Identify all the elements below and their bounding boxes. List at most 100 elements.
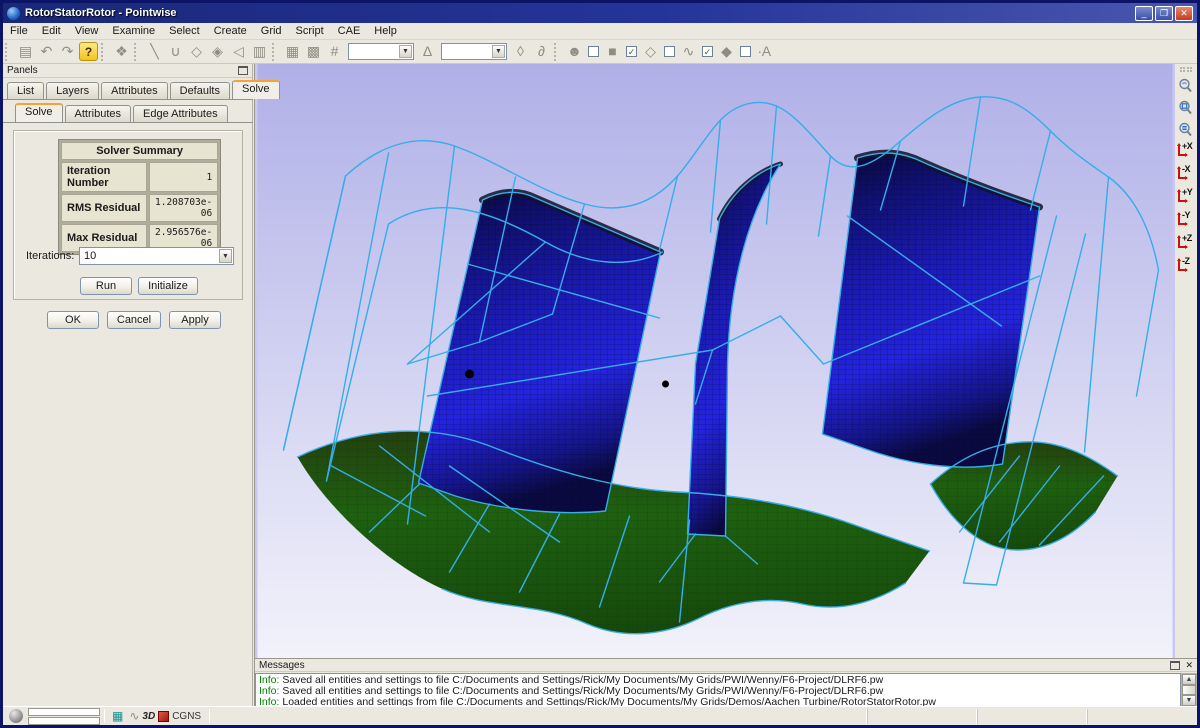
minimize-button[interactable]: _ xyxy=(1135,6,1153,21)
view-minus-y-button[interactable]: -Y xyxy=(1175,209,1195,232)
row-value: 1.208703e-06 xyxy=(149,194,218,222)
help-icon[interactable]: ? xyxy=(79,42,98,61)
cae-solver-label: CGNS xyxy=(172,711,201,722)
create-entity-icon[interactable]: ❖ xyxy=(112,42,131,61)
link-icon: ∿ xyxy=(129,710,139,722)
curve-icon[interactable]: ∪ xyxy=(166,42,185,61)
smooth-icon[interactable]: ◊ xyxy=(511,42,530,61)
main-toolbar: ▤ ↶ ↷ ? ❖ ╲ ∪ ◇ ◈ ◁ ▥ ▦ ▩ # ▼ Δ ▼ ◊ ∂ ☻ … xyxy=(3,40,1197,64)
restore-button[interactable]: ❐ xyxy=(1155,6,1173,21)
rotor-stator-rotor-scene xyxy=(255,64,1175,658)
initialize-button[interactable]: Initialize xyxy=(138,277,198,295)
mask-icon[interactable]: ☻ xyxy=(565,42,584,61)
undo-icon[interactable]: ↶ xyxy=(37,42,56,61)
cone-icon[interactable]: ◁ xyxy=(229,42,248,61)
block-checkbox[interactable]: ✓ xyxy=(626,46,637,57)
tab-defaults[interactable]: Defaults xyxy=(170,82,230,99)
scroll-down-icon[interactable]: ▼ xyxy=(1182,695,1196,706)
panel-float-icon[interactable] xyxy=(1170,661,1180,670)
redo-icon[interactable]: ↷ xyxy=(58,42,77,61)
solver-summary-table: Solver Summary Iteration Number 1 RMS Re… xyxy=(58,139,221,255)
grid-point-marker[interactable] xyxy=(662,381,669,388)
panel-close-icon[interactable]: ✕ xyxy=(1185,660,1193,671)
mask-checkbox[interactable] xyxy=(588,46,599,57)
menu-edit[interactable]: Edit xyxy=(35,24,68,38)
connector-checkbox[interactable]: ✓ xyxy=(702,46,713,57)
spinner-arrow-icon[interactable]: ▼ xyxy=(219,249,232,263)
shaded-block-icon[interactable]: ■ xyxy=(603,42,622,61)
toolbar-handle xyxy=(1180,67,1192,72)
dock-float-icon[interactable] xyxy=(238,66,248,75)
chevron-down-icon[interactable]: ▼ xyxy=(399,45,412,58)
spacing-icon[interactable]: Δ xyxy=(418,42,437,61)
close-button[interactable]: ✕ xyxy=(1175,6,1193,21)
menu-script[interactable]: Script xyxy=(289,24,331,38)
menu-view[interactable]: View xyxy=(68,24,106,38)
status-segment xyxy=(977,709,1087,724)
messages-panel: Messages ✕ Info: Saved all entities and … xyxy=(254,658,1197,706)
iterations-value: 10 xyxy=(84,250,96,262)
menu-help[interactable]: Help xyxy=(367,24,404,38)
status-separator xyxy=(104,709,105,723)
scroll-up-icon[interactable]: ▲ xyxy=(1182,674,1196,685)
scrollbar-thumb[interactable] xyxy=(1182,685,1196,695)
view-plus-y-button[interactable]: +Y xyxy=(1175,186,1195,209)
zoom-box-icon[interactable] xyxy=(1175,118,1195,140)
partial-derivative-icon[interactable]: ∂ xyxy=(532,42,551,61)
tab-layers[interactable]: Layers xyxy=(46,82,99,99)
unstructured-grid-icon[interactable]: ▩ xyxy=(304,42,323,61)
messages-scrollbar[interactable]: ▲ ▼ xyxy=(1181,673,1197,707)
chevron-down-icon[interactable]: ▼ xyxy=(492,45,505,58)
view-minus-z-button[interactable]: -Z xyxy=(1175,255,1195,278)
view-minus-x-button[interactable]: -X xyxy=(1175,163,1195,186)
display-viewport-3d[interactable] xyxy=(254,64,1175,658)
table-row: RMS Residual 1.208703e-06 xyxy=(61,194,218,222)
subtab-attributes[interactable]: Attributes xyxy=(65,105,131,122)
grid-point-marker[interactable] xyxy=(465,370,474,379)
panel-tabs: List Layers Attributes Defaults Solve xyxy=(7,80,282,99)
dimension-icon[interactable]: # xyxy=(325,42,344,61)
messages-log[interactable]: Info: Saved all entities and settings to… xyxy=(255,673,1181,707)
structured-grid-icon[interactable]: ▦ xyxy=(283,42,302,61)
coordinate-field xyxy=(28,708,100,716)
solve-groupbox: Solver Summary Iteration Number 1 RMS Re… xyxy=(13,130,243,300)
diamond-icon[interactable]: ◆ xyxy=(717,42,736,61)
subtab-solve[interactable]: Solve xyxy=(15,103,63,122)
dimension-combo[interactable]: ▼ xyxy=(348,43,414,60)
segment-icon[interactable]: ╲ xyxy=(145,42,164,61)
quad-icon[interactable]: ◇ xyxy=(641,42,660,61)
view-plus-z-button[interactable]: +Z xyxy=(1175,232,1195,255)
database-checkbox[interactable] xyxy=(740,46,751,57)
zoom-previous-icon[interactable] xyxy=(1175,74,1195,96)
block-icon[interactable]: ▥ xyxy=(250,42,269,61)
tab-attributes[interactable]: Attributes xyxy=(101,82,167,99)
run-button[interactable]: Run xyxy=(80,277,132,295)
dimension-mode-label: 3D xyxy=(142,711,155,722)
tab-list[interactable]: List xyxy=(7,82,44,99)
point-icon[interactable]: ∙A xyxy=(755,42,774,61)
save-icon[interactable]: ▤ xyxy=(16,42,35,61)
cancel-button[interactable]: Cancel xyxy=(107,311,161,329)
coordinate-fields xyxy=(28,708,100,725)
zoom-extents-icon[interactable] xyxy=(1175,96,1195,118)
menu-select[interactable]: Select xyxy=(162,24,207,38)
apply-button[interactable]: Apply xyxy=(169,311,221,329)
menu-create[interactable]: Create xyxy=(207,24,254,38)
ok-button[interactable]: OK xyxy=(47,311,99,329)
menu-cae[interactable]: CAE xyxy=(331,24,368,38)
tab-solve[interactable]: Solve xyxy=(232,80,280,99)
menu-grid[interactable]: Grid xyxy=(254,24,289,38)
menu-examine[interactable]: Examine xyxy=(105,24,162,38)
connector-icon[interactable]: ∿ xyxy=(679,42,698,61)
subtab-edge-attributes[interactable]: Edge Attributes xyxy=(133,105,228,122)
panels-dock: Panels List Layers Attributes Defaults S… xyxy=(3,64,253,706)
domain-checkbox[interactable] xyxy=(664,46,675,57)
domain-icon[interactable]: ◇ xyxy=(187,42,206,61)
view-plus-x-button[interactable]: +X xyxy=(1175,140,1195,163)
status-separator xyxy=(209,709,210,723)
application-window: RotorStatorRotor - Pointwise _ ❐ ✕ File … xyxy=(0,0,1200,728)
surface-icon[interactable]: ◈ xyxy=(208,42,227,61)
iterations-input[interactable]: 10 ▼ xyxy=(79,247,234,265)
menu-file[interactable]: File xyxy=(3,24,35,38)
spacing-combo[interactable]: ▼ xyxy=(441,43,507,60)
